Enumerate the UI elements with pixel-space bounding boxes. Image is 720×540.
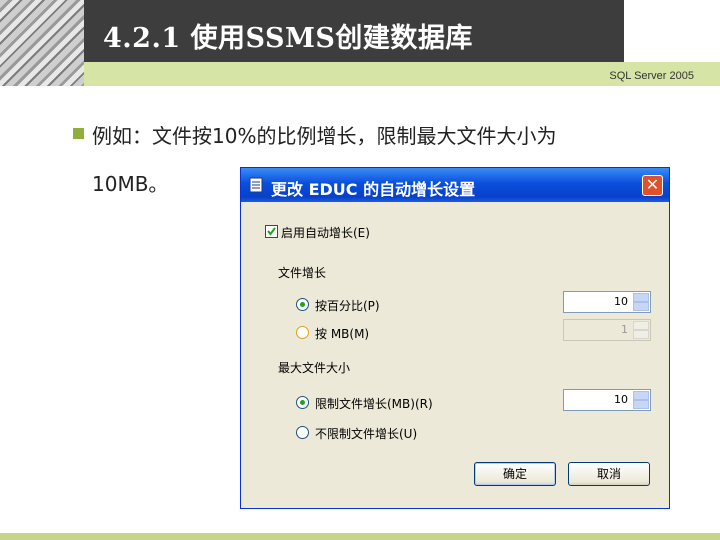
- stepper-arrows: [633, 391, 649, 409]
- by-mb-label[interactable]: 按 MB(M): [315, 325, 369, 342]
- body-text-line1: 例如：文件按10%的比例增长，限制最大文件大小为: [92, 124, 557, 148]
- dialog-title: 更改 EDUC 的自动增长设置: [271, 180, 476, 199]
- page-title: 4.2.1 使用SSMS创建数据库: [103, 23, 473, 54]
- radio-unrestricted-growth[interactable]: [296, 426, 309, 439]
- radio-selected-dot: [300, 302, 305, 307]
- by-percent-label[interactable]: 按百分比(P): [315, 297, 380, 314]
- body-text-line2: 10MB。: [92, 172, 169, 196]
- radio-restrict-growth[interactable]: [296, 396, 309, 409]
- checkmark-icon: [267, 227, 276, 236]
- bullet-icon: [73, 128, 84, 139]
- file-growth-label: 文件增长: [278, 266, 327, 280]
- cancel-button[interactable]: 取消: [568, 462, 650, 486]
- spin-down-icon: [633, 330, 649, 339]
- cube-logo-icon: [633, 5, 697, 57]
- max-size-stepper[interactable]: 10: [563, 389, 651, 411]
- max-size-value: 10: [614, 393, 628, 406]
- close-icon: ✕: [645, 175, 660, 194]
- spin-up-icon: [633, 321, 649, 330]
- header-photo: [0, 0, 84, 86]
- enable-autogrowth-label[interactable]: 启用自动增长(E): [281, 224, 370, 241]
- spin-up-icon[interactable]: [633, 293, 649, 302]
- radio-selected-dot: [300, 400, 305, 405]
- dialog-window-icon: [249, 177, 263, 193]
- page-subtitle: SQL Server 2005: [609, 70, 694, 82]
- unrestricted-growth-label[interactable]: 不限制文件增长(U): [315, 425, 417, 442]
- max-file-size-label: 最大文件大小: [278, 361, 351, 375]
- radio-by-percent[interactable]: [296, 298, 309, 311]
- close-button[interactable]: ✕: [642, 175, 663, 196]
- stepper-arrows: [633, 293, 649, 311]
- mb-value: 1: [621, 323, 628, 336]
- autogrowth-dialog: 更改 EDUC 的自动增长设置 ✕ 启用自动增长(E) 文件增长 按百分比(P)…: [240, 167, 670, 509]
- footer-band: [0, 533, 720, 540]
- percent-stepper[interactable]: 10: [563, 291, 651, 313]
- ok-button[interactable]: 确定: [474, 462, 556, 486]
- enable-autogrowth-checkbox[interactable]: [265, 225, 278, 238]
- spin-down-icon[interactable]: [633, 400, 649, 409]
- radio-by-mb[interactable]: [296, 326, 309, 339]
- dialog-titlebar[interactable]: 更改 EDUC 的自动增长设置 ✕: [241, 168, 669, 202]
- restrict-growth-label[interactable]: 限制文件增长(MB)(R): [315, 395, 433, 412]
- spin-up-icon[interactable]: [633, 391, 649, 400]
- stepper-arrows: [633, 321, 649, 339]
- spin-down-icon[interactable]: [633, 302, 649, 311]
- mb-stepper: 1: [563, 319, 651, 341]
- percent-value: 10: [614, 295, 628, 308]
